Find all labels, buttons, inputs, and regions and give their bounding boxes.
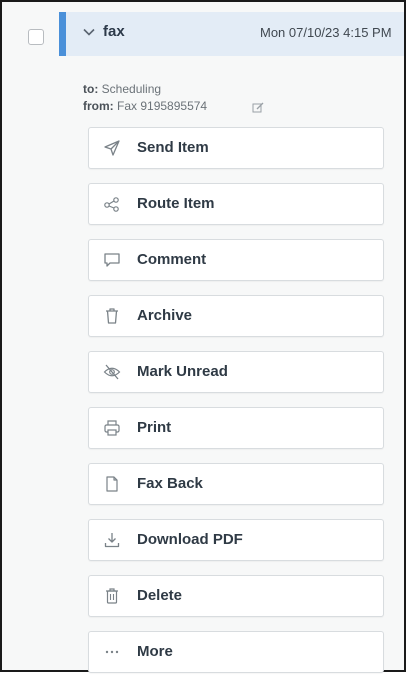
ellipsis-icon: [103, 643, 121, 661]
sender-line: from: Fax 9195895574: [83, 99, 207, 113]
recipient-line: to: Scheduling: [83, 82, 161, 96]
from-value: Fax 9195895574: [117, 99, 208, 113]
to-label: to:: [83, 82, 99, 96]
send-icon: [103, 139, 121, 157]
fax-back-label: Fax Back: [137, 475, 203, 492]
route-icon: [103, 195, 121, 213]
more-button[interactable]: More: [88, 631, 384, 673]
archive-button[interactable]: Archive: [88, 295, 384, 337]
delete-label: Delete: [137, 587, 183, 604]
print-button[interactable]: Print: [88, 407, 384, 449]
edit-icon[interactable]: [252, 101, 265, 114]
action-list: Send Item Route Item Comment Archive Mar…: [88, 127, 384, 687]
comment-button[interactable]: Comment: [88, 239, 384, 281]
download-pdf-button[interactable]: Download PDF: [88, 519, 384, 561]
eye-off-icon: [103, 363, 121, 381]
delete-button[interactable]: Delete: [88, 575, 384, 617]
download-icon: [103, 531, 121, 549]
to-value: Scheduling: [101, 82, 162, 96]
trash-icon: [103, 587, 121, 605]
selected-accent-bar: [59, 12, 66, 56]
mark-unread-button[interactable]: Mark Unread: [88, 351, 384, 393]
archive-icon: [103, 307, 121, 325]
send-item-button[interactable]: Send Item: [88, 127, 384, 169]
from-label: from:: [83, 99, 114, 113]
message-header[interactable]: fax Mon 07/10/23 4:15 PM: [59, 12, 404, 56]
select-checkbox[interactable]: [28, 29, 44, 45]
document-icon: [103, 475, 121, 493]
route-item-label: Route Item: [137, 195, 215, 212]
message-panel: fax Mon 07/10/23 4:15 PM to: Scheduling …: [0, 0, 406, 673]
print-label: Print: [137, 419, 172, 436]
route-item-button[interactable]: Route Item: [88, 183, 384, 225]
comment-icon: [103, 251, 121, 269]
chevron-down-icon[interactable]: [81, 24, 97, 40]
message-date: Mon 07/10/23 4:15 PM: [260, 25, 392, 40]
mark-unread-label: Mark Unread: [137, 363, 228, 380]
message-subject: fax: [103, 23, 125, 40]
more-label: More: [137, 643, 173, 660]
send-item-label: Send Item: [137, 139, 209, 156]
print-icon: [103, 419, 121, 437]
comment-label: Comment: [137, 251, 207, 268]
download-pdf-label: Download PDF: [137, 531, 243, 548]
archive-label: Archive: [137, 307, 193, 324]
fax-back-button[interactable]: Fax Back: [88, 463, 384, 505]
